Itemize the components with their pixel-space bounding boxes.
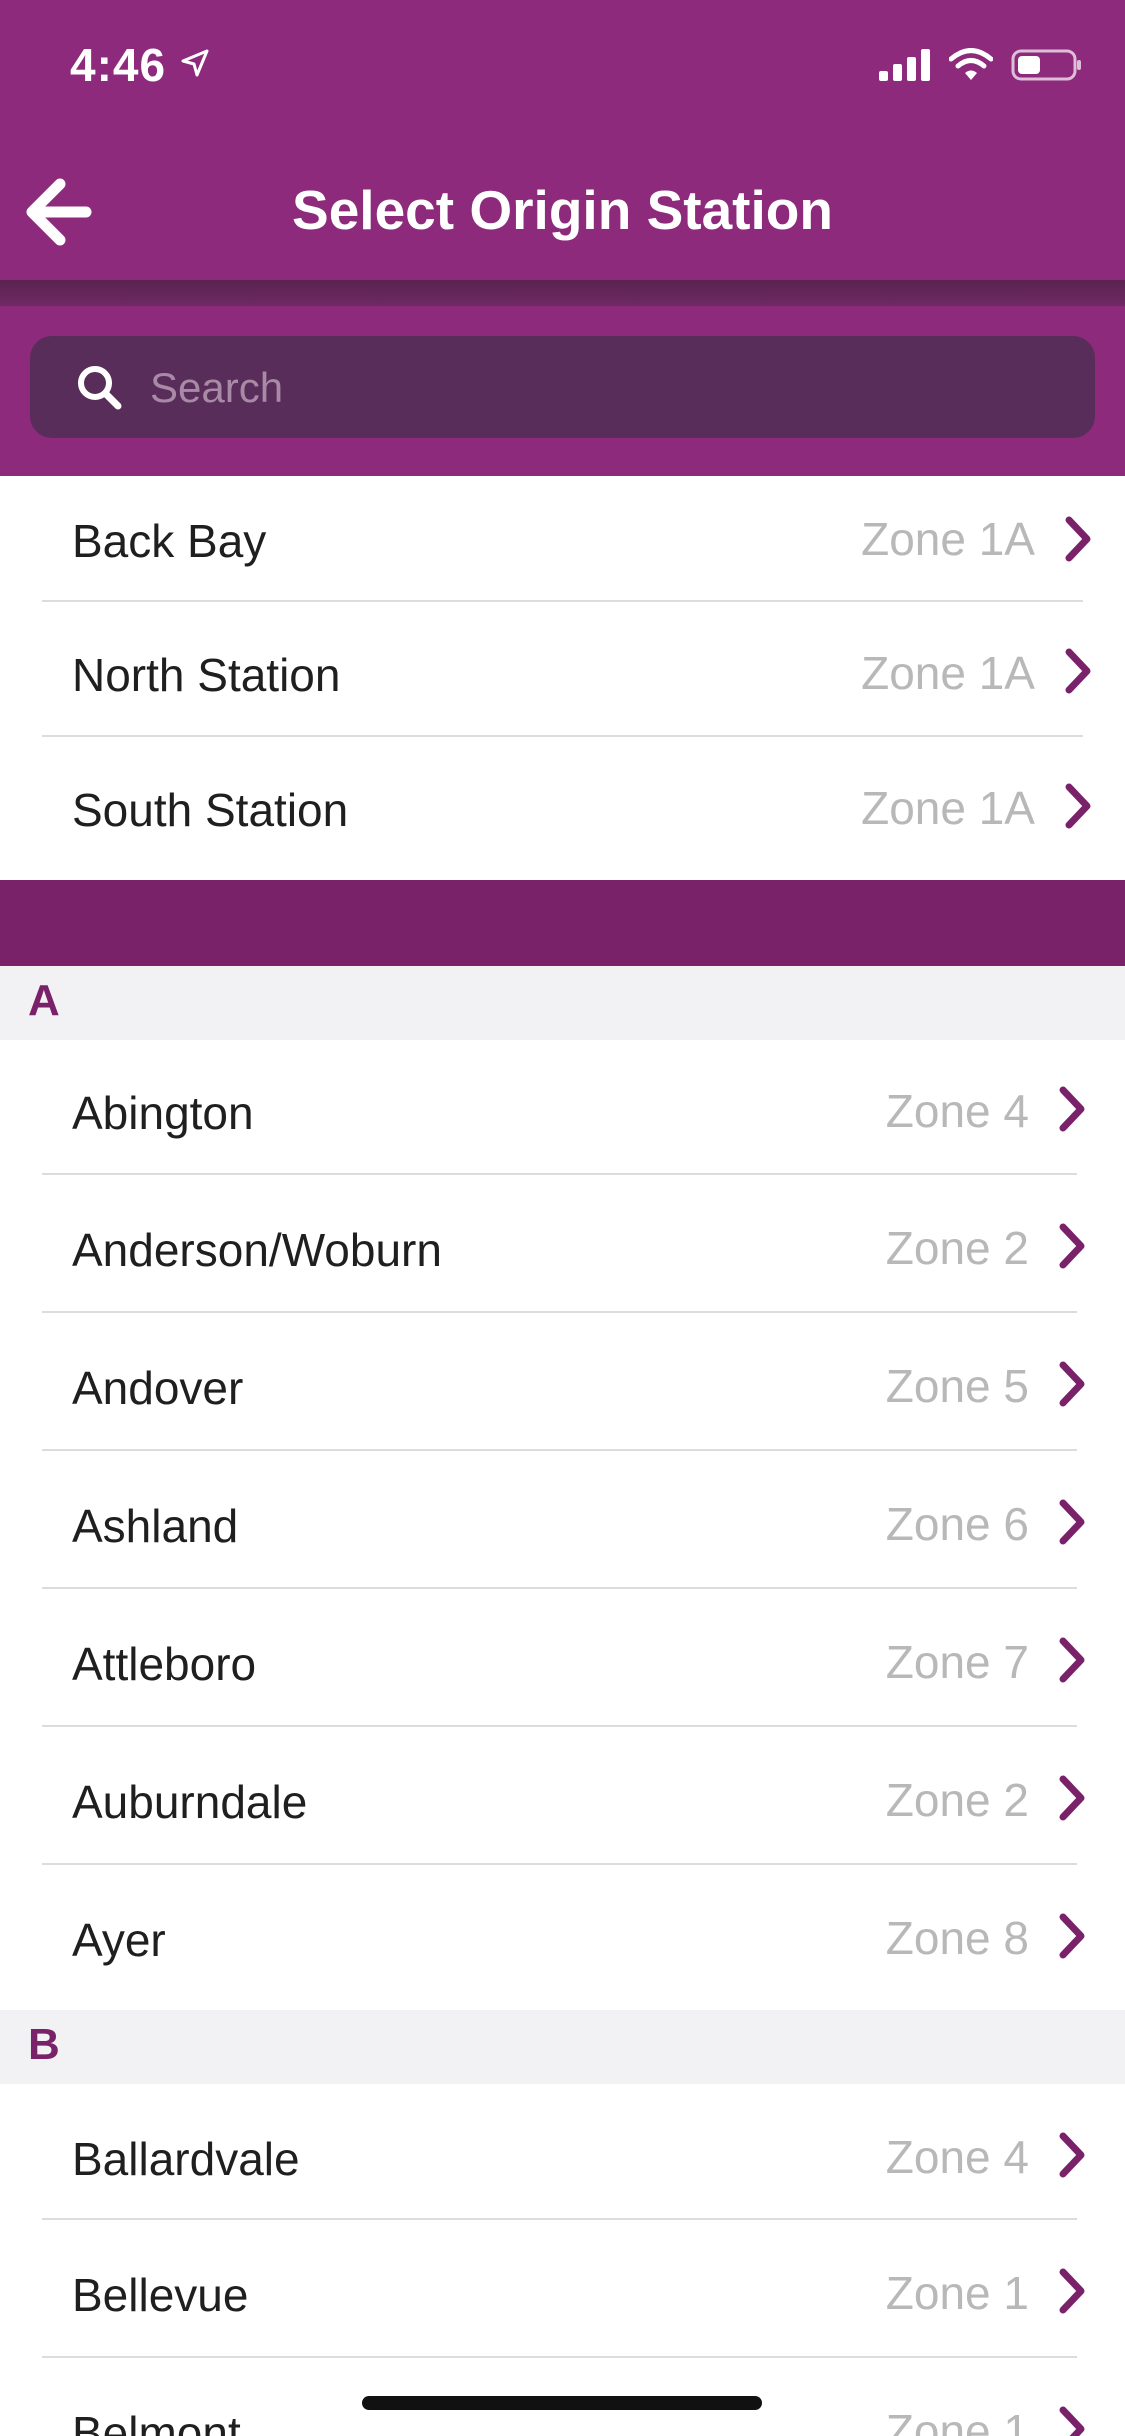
hub-station-row[interactable]: North Station Zone 1A <box>0 602 1125 737</box>
station-zone: Zone 2 <box>885 1222 1029 1274</box>
search-input[interactable] <box>148 336 1052 440</box>
station-row[interactable]: Bellevue Zone 1 <box>0 2220 1125 2358</box>
search-bar-container <box>0 306 1125 476</box>
station-zone: Zone 5 <box>885 1360 1029 1412</box>
search-icon <box>78 366 122 410</box>
chevron-right-icon <box>1059 1086 1085 1132</box>
station-name: Andover <box>72 1362 244 1414</box>
station-name: South Station <box>72 784 349 836</box>
status-time: 4:46 <box>70 39 167 91</box>
station-zone: Zone 1A <box>861 513 1035 565</box>
status-bar: 4:46 <box>0 0 1125 140</box>
chevron-right-icon <box>1065 648 1091 694</box>
station-row[interactable]: Anderson/Woburn Zone 2 <box>0 1175 1125 1313</box>
station-row[interactable]: Ashland Zone 6 <box>0 1451 1125 1589</box>
section-letter: B <box>28 2020 60 2069</box>
station-name: Auburndale <box>72 1776 308 1828</box>
hub-station-row[interactable]: South Station Zone 1A <box>0 737 1125 880</box>
station-zone: Zone 7 <box>885 1636 1029 1688</box>
station-name: Ballardvale <box>72 2133 300 2185</box>
navigation-bar: Select Origin Station <box>0 140 1125 280</box>
station-row[interactable]: Auburndale Zone 2 <box>0 1727 1125 1865</box>
section-header-b: B <box>0 2010 1125 2084</box>
station-name: Bellevue <box>72 2269 249 2321</box>
station-name: Back Bay <box>72 515 267 567</box>
station-zone: Zone 8 <box>885 1912 1029 1964</box>
chevron-right-icon <box>1059 1775 1085 1821</box>
section-separator-band <box>0 880 1125 966</box>
station-zone: Zone 4 <box>885 2131 1029 2183</box>
section-header-a: A <box>0 966 1125 1040</box>
station-zone: Zone 6 <box>885 1498 1029 1550</box>
location-arrow-icon <box>181 49 209 77</box>
home-indicator[interactable] <box>362 2396 762 2410</box>
chevron-right-icon <box>1059 2132 1085 2178</box>
chevron-right-icon <box>1065 783 1091 829</box>
station-row[interactable]: Ballardvale Zone 4 <box>0 2084 1125 2220</box>
station-zone: Zone 1A <box>861 782 1035 834</box>
station-name: Ayer <box>72 1914 166 1966</box>
battery-icon <box>1011 49 1081 81</box>
station-row[interactable]: Attleboro Zone 7 <box>0 1589 1125 1727</box>
station-row[interactable]: Abington Zone 4 <box>0 1040 1125 1175</box>
search-box[interactable] <box>30 336 1095 440</box>
station-row[interactable]: Andover Zone 5 <box>0 1313 1125 1451</box>
station-row[interactable]: Ayer Zone 8 <box>0 1865 1125 2010</box>
station-name: Ashland <box>72 1500 239 1552</box>
station-name: Abington <box>72 1087 254 1139</box>
chevron-right-icon <box>1059 1361 1085 1407</box>
status-indicators <box>879 48 1083 82</box>
station-name: Belmont <box>72 2407 241 2436</box>
station-zone: Zone 2 <box>885 1774 1029 1826</box>
station-name: North Station <box>72 649 341 701</box>
station-zone: Zone 1A <box>861 647 1035 699</box>
hub-station-row[interactable]: Back Bay Zone 1A <box>0 476 1125 602</box>
station-zone: Zone 1 <box>885 2267 1029 2319</box>
wifi-icon <box>949 48 993 80</box>
station-zone: Zone 4 <box>885 1085 1029 1137</box>
chevron-right-icon <box>1059 1499 1085 1545</box>
chevron-right-icon <box>1059 1637 1085 1683</box>
chevron-right-icon <box>1059 2406 1085 2436</box>
chevron-right-icon <box>1059 1913 1085 1959</box>
section-letter: A <box>28 976 60 1025</box>
chevron-right-icon <box>1065 516 1091 562</box>
chevron-right-icon <box>1059 1223 1085 1269</box>
page-title: Select Origin Station <box>292 179 833 241</box>
station-name: Anderson/Woburn <box>72 1224 442 1276</box>
cellular-signal-icon <box>879 49 930 81</box>
station-name: Attleboro <box>72 1638 257 1690</box>
chevron-right-icon <box>1059 2268 1085 2314</box>
station-zone: Zone 1 <box>885 2405 1029 2436</box>
nav-divider <box>0 280 1125 306</box>
